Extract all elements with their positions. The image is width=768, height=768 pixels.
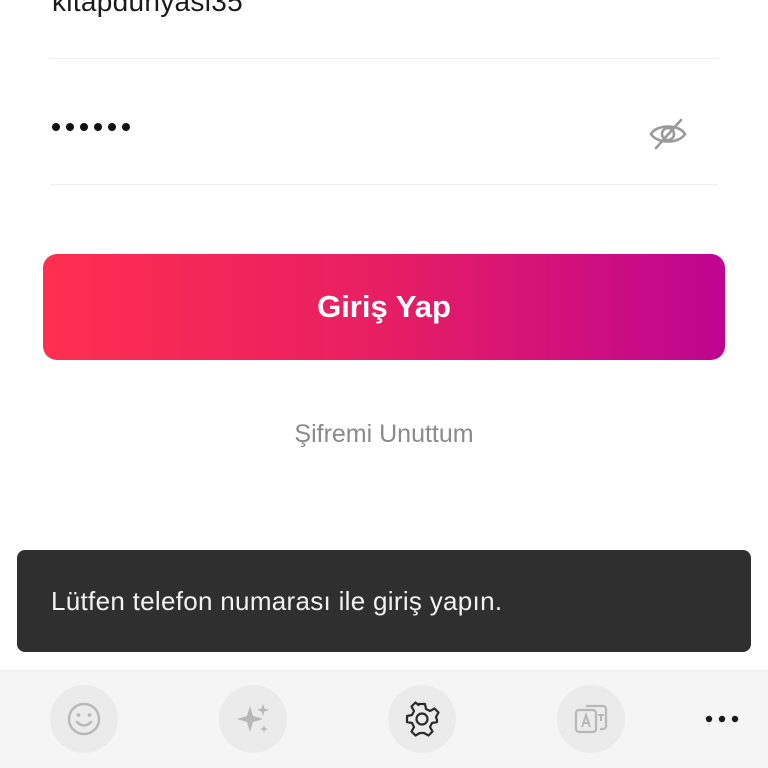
more-icon[interactable] [692,685,752,753]
login-screen: kitapdunyasi35 Giriş Yap Şifremi Unuttum… [0,0,768,768]
toast-message: Lütfen telefon numarası ile giriş yapın. [51,585,503,616]
gear-icon[interactable] [388,685,456,753]
password-dot [94,123,102,131]
login-button[interactable]: Giriş Yap [43,254,725,360]
password-dot [66,123,74,131]
forgot-password-link[interactable]: Şifremi Unuttum [0,420,768,449]
password-dot [52,123,60,131]
username-field[interactable]: kitapdunyasi35 [50,0,718,59]
sparkles-icon[interactable] [219,685,287,753]
password-dot [122,123,130,131]
password-dot [80,123,88,131]
username-value: kitapdunyasi35 [52,0,243,17]
keyboard-toolbar [0,670,768,768]
password-mask [52,117,130,137]
password-dot [108,123,116,131]
password-field[interactable] [50,59,718,185]
eye-off-icon[interactable] [648,116,688,152]
translate-icon[interactable] [557,685,625,753]
toast-notification: Lütfen telefon numarası ile giriş yapın. [17,550,751,652]
emoji-icon[interactable] [50,685,118,753]
